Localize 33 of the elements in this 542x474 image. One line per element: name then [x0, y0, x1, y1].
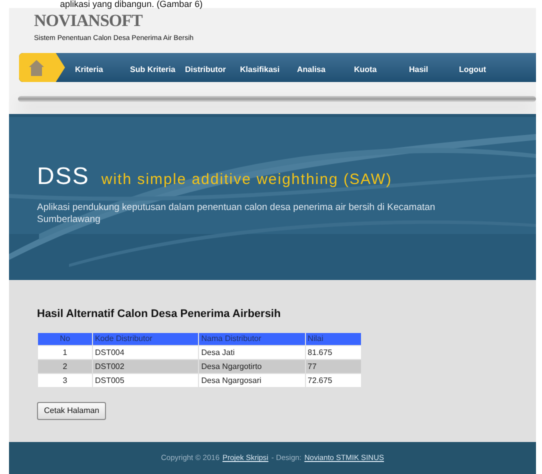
table-cell: Desa Jati [199, 346, 305, 358]
table-cell: Desa Ngargosari [199, 374, 305, 386]
table-cell: DST002 [92, 360, 198, 372]
nav-link[interactable]: Analisa [297, 64, 326, 74]
logo-text: NOVIANSOFT [34, 12, 144, 30]
column-header: No [38, 332, 92, 344]
banner-title: DSS [37, 163, 90, 190]
nav-link[interactable]: Kriteria [75, 64, 104, 74]
nav-link[interactable]: Kuota [354, 64, 377, 74]
caption-text: aplikasi yang dibangun. (Gambar 6) [59, 0, 204, 8]
table-cell: 1 [38, 346, 92, 358]
column-header: Kode Distributor [92, 332, 198, 344]
table-cell: DST005 [92, 374, 198, 386]
column-header: Nilai [306, 332, 361, 344]
nav-link[interactable]: Distributor [185, 64, 226, 74]
table-cell: 2 [38, 360, 92, 372]
nav-link[interactable]: Hasil [409, 64, 428, 74]
nav-link[interactable]: Klasifikasi [240, 64, 280, 74]
table-cell: DST004 [92, 346, 198, 358]
home-button[interactable] [19, 53, 65, 82]
banner-tagline: with simple additive weighthing (SAW) [101, 171, 392, 188]
table-cell: 77 [306, 360, 361, 372]
nav-link[interactable]: Logout [459, 64, 486, 74]
print-button[interactable]: Cetak Halaman [37, 402, 106, 420]
house-icon [29, 60, 44, 76]
column-header: Nama Distributor [199, 332, 305, 344]
table-cell: 81.675 [306, 346, 361, 358]
section-heading: Hasil Alternatif Calon Desa Penerima Airbersih [37, 307, 282, 322]
table-cell: 3 [38, 374, 92, 386]
banner-description: Aplikasi pendukung keputusan dalam penentuan calon desa penerima air bersih di Kecamatan Sumberlawang [37, 202, 436, 226]
nav-link[interactable]: Sub Kriteria [130, 64, 176, 74]
table-cell: Desa Ngargotirto [199, 360, 305, 372]
table-cell: 72.675 [306, 374, 361, 386]
